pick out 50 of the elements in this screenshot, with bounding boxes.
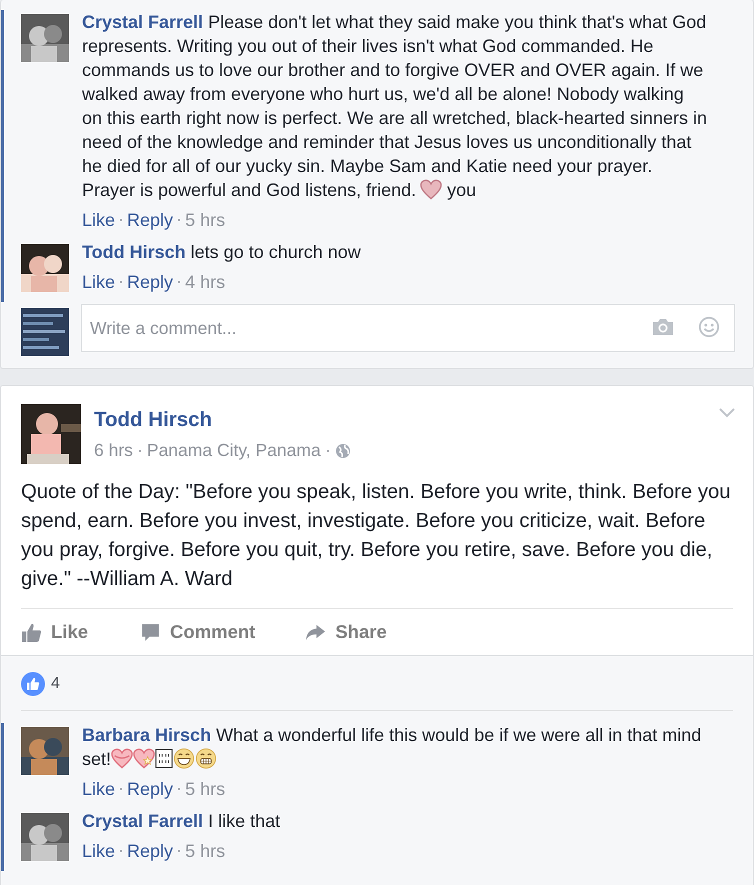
- globe-icon: [334, 442, 351, 458]
- author-link[interactable]: Barbara Hirsch: [82, 725, 212, 745]
- author-link[interactable]: Crystal Farrell: [82, 811, 204, 831]
- comment-text: Barbara Hirsch What a wonderful life this would be if we were all in that mind set!: [82, 724, 702, 771]
- separator-dot: [178, 850, 180, 852]
- heart-icon: [111, 748, 134, 769]
- comment-text: Todd Hirsch lets go to church now: [82, 241, 362, 264]
- separator-dot: [326, 450, 329, 452]
- comment-time: 5 hrs: [185, 209, 226, 232]
- author-link[interactable]: Todd Hirsch: [94, 408, 351, 432]
- heart-icon: [420, 179, 442, 200]
- reply-link[interactable]: Reply: [127, 839, 174, 863]
- like-link[interactable]: Like: [82, 777, 116, 801]
- separator-dot: [120, 788, 122, 790]
- chevron-down-icon[interactable]: [719, 408, 735, 418]
- smiley-icon[interactable]: [697, 316, 721, 338]
- share-button[interactable]: Share: [305, 617, 387, 647]
- author-link[interactable]: Todd Hirsch: [82, 242, 186, 262]
- separator-dot: [120, 219, 122, 221]
- grin-icon: [173, 748, 196, 769]
- like-button[interactable]: Like: [21, 617, 88, 647]
- comment-time: 4 hrs: [185, 271, 226, 294]
- separator-dot: [178, 281, 180, 283]
- missing-glyph-icon: [155, 748, 174, 769]
- comment-text: Crystal Farrell I like that: [82, 810, 282, 833]
- like-link[interactable]: Like: [82, 839, 116, 863]
- grimace-icon: [195, 748, 218, 769]
- separator-dot: [120, 281, 122, 283]
- like-link[interactable]: Like: [82, 208, 116, 232]
- comment-text: Crystal Farrell Please don't let what they said make you think that's what God represents. Writing you out of their lives isn't what God commanded. He commands us to love our brother and to forgive OVER and OVER again. If we walked away from everyone who hurt us, we'd all be alone! Nobody walking on this earth right now is perfect. We are all wretched, black-hearted sinners in need of the knowledge and reminder that Jesus loves us unconditionally that he died for all of our yucky sin. Maybe Sam and Katie need your prayer. Prayer is powerful and God listens, friend. you: [82, 11, 707, 202]
- speech-bubble-icon: [140, 622, 162, 642]
- thumbs-up-icon: [21, 622, 42, 642]
- separator-dot: [138, 450, 141, 452]
- author-link[interactable]: Crystal Farrell: [82, 12, 204, 32]
- post-text: Quote of the Day: "Before you speak, listen. Before you write, think. Before you spend, earn. Before you invest, investigate. Before you criticize, wait. Before you pray, forgive. Before you quit, try. Before you retire, save. Before you die, give." --William A. Ward: [21, 478, 733, 609]
- separator-dot: [120, 850, 122, 852]
- comment-time: 5 hrs: [185, 778, 226, 801]
- like-count[interactable]: 4: [51, 675, 60, 693]
- separator-dot: [178, 788, 180, 790]
- comment-button[interactable]: Comment: [140, 617, 256, 647]
- heart-star-icon: [133, 748, 156, 769]
- comment-field[interactable]: Write a comment...: [81, 304, 735, 352]
- reply-link[interactable]: Reply: [127, 270, 174, 294]
- reply-link[interactable]: Reply: [127, 208, 174, 232]
- camera-icon[interactable]: [651, 316, 675, 338]
- like-link[interactable]: Like: [82, 270, 116, 294]
- comment-time: 5 hrs: [185, 840, 226, 863]
- reply-link[interactable]: Reply: [127, 777, 174, 801]
- like-icon: [21, 672, 45, 696]
- separator-dot: [178, 219, 180, 221]
